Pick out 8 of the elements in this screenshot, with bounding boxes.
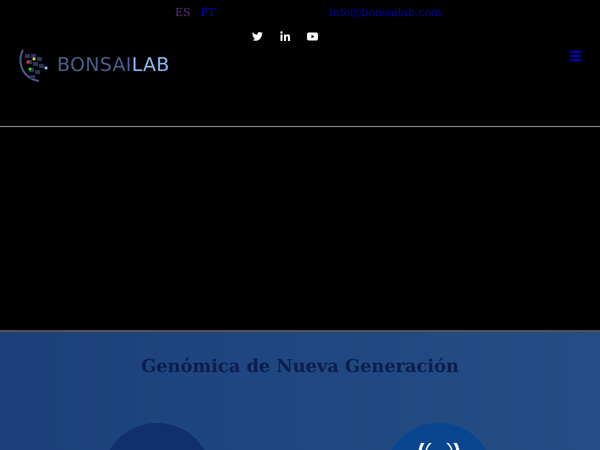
youtube-icon[interactable]	[307, 32, 318, 40]
logo-text: LAB	[132, 54, 170, 76]
twitter-icon[interactable]	[252, 32, 263, 40]
linkedin-icon[interactable]	[280, 31, 290, 41]
email-link[interactable]: info@bonsailab.com	[329, 6, 442, 18]
language-link[interactable]: PT	[200, 6, 216, 18]
logo-text: BONSAI	[57, 54, 132, 76]
language-link[interactable]: ES	[175, 6, 191, 18]
